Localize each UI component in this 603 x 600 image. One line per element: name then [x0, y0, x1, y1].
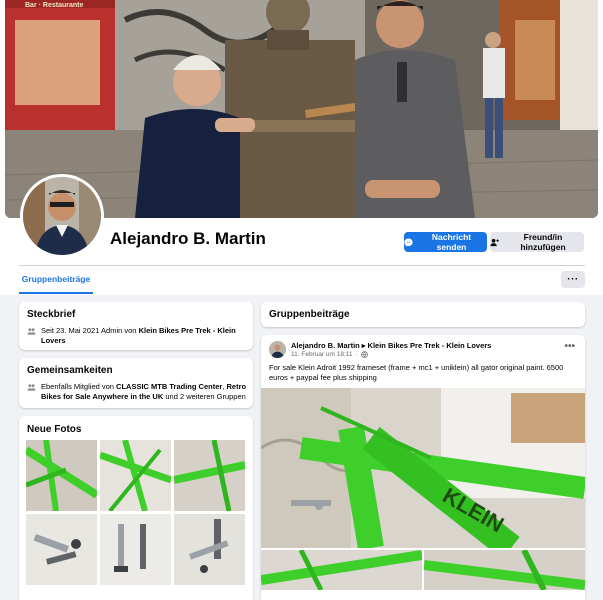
post-group-link[interactable]: Klein Bikes Pre Trek - Klein Lovers [368, 341, 492, 350]
photo-thumbnail[interactable] [26, 514, 97, 585]
photo-thumbnail[interactable] [174, 514, 245, 585]
post-author-link[interactable]: Alejandro B. Martin [291, 341, 360, 350]
photos-title: Neue Fotos [27, 424, 82, 435]
admin-info: Seit 23. Mai 2021 Admin von Klein Bikes … [27, 326, 247, 346]
group-icon [27, 327, 36, 336]
photos-card: Neue Fotos [19, 416, 253, 600]
avatar-frame[interactable] [20, 174, 104, 258]
header-divider [19, 265, 585, 266]
send-message-button[interactable]: Nachricht senden [404, 232, 487, 252]
post-card: Alejandro B. Martin ▸ Klein Bikes Pre Tr… [261, 335, 585, 600]
post-author-avatar[interactable] [269, 341, 286, 358]
group-posts-heading-card: Gruppenbeiträge [261, 302, 585, 327]
meta-separator: · [355, 351, 358, 358]
post-meta: 11. Februar um 18:11 · [291, 351, 368, 358]
tab-group-posts[interactable]: Gruppenbeiträge [19, 266, 93, 294]
send-message-label: Nachricht senden [431, 232, 472, 252]
common-title: Gemeinsamkeiten [27, 365, 113, 376]
more-options-button[interactable]: ··· [561, 271, 585, 288]
photos-grid [26, 440, 245, 585]
group-icon [27, 383, 36, 392]
common-card: Gemeinsamkeiten Ebenfalls Mitglied von C… [19, 358, 253, 408]
common-groups-info: Ebenfalls Mitglied von CLASSIC MTB Tradi… [27, 382, 247, 402]
messenger-icon [404, 237, 413, 247]
common-suffix: und 2 weiteren Gruppen [163, 392, 246, 401]
photo-thumbnail[interactable] [174, 440, 245, 511]
post-text: For sale Klein Adroit 1992 frameset (fra… [269, 363, 564, 382]
globe-icon [360, 351, 368, 358]
group-posts-heading: Gruppenbeiträge [269, 309, 350, 320]
intro-title: Steckbrief [27, 309, 76, 320]
post-photo-secondary[interactable] [424, 550, 585, 590]
post-main-photo[interactable]: KLEIN [261, 388, 585, 548]
photo-thumbnail[interactable] [26, 440, 97, 511]
post-arrow-icon: ▸ [361, 341, 366, 350]
cover-sign-text: Bar · Restaurante [25, 2, 83, 9]
photo-thumbnail[interactable] [100, 440, 171, 511]
post-photo-secondary[interactable] [261, 550, 422, 590]
profile-name: Alejandro B. Martin [110, 229, 266, 248]
post-header: Alejandro B. Martin ▸ Klein Bikes Pre Tr… [291, 341, 491, 350]
intro-card: Steckbrief Seit 23. Mai 2021 Admin von K… [19, 302, 253, 350]
cover-photo[interactable]: Bar · Restaurante [5, 0, 598, 218]
common-group-link-1[interactable]: CLASSIC MTB Trading Center [116, 382, 222, 391]
common-prefix: Ebenfalls Mitglied von [41, 382, 117, 391]
profile-header: Bar · Restaurante Alejandro B. Martin Na… [0, 0, 603, 295]
admin-since-text: Seit 23. Mai 2021 Admin von [41, 326, 139, 335]
photo-thumbnail[interactable] [100, 514, 171, 585]
add-friend-icon [490, 238, 499, 247]
avatar[interactable] [23, 177, 101, 255]
post-options-button[interactable]: ••• [564, 341, 575, 352]
add-friend-button[interactable]: Freund/in hinzufügen [490, 232, 584, 252]
post-date-link[interactable]: 11. Februar um 18:11 [291, 351, 353, 358]
add-friend-label: Freund/in hinzufügen [520, 232, 566, 252]
